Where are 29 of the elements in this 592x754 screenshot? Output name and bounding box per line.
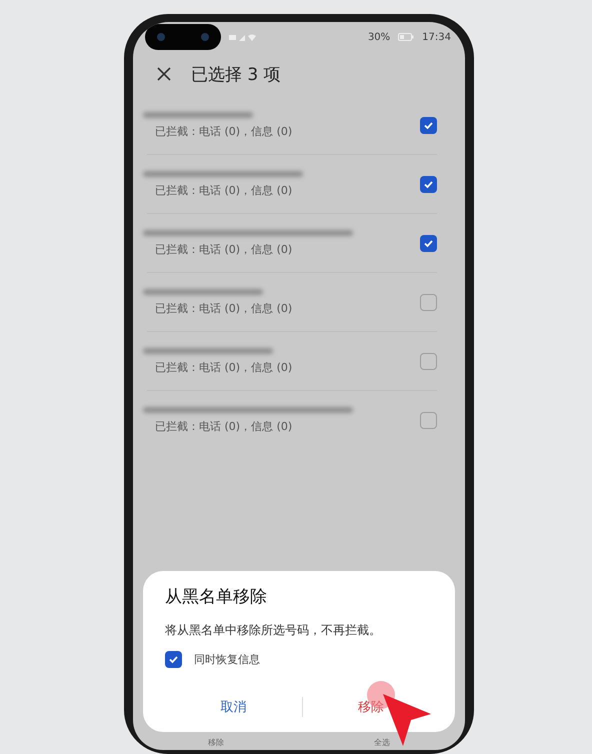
block-count-text: 已拦截：电话 (0)，信息 (0) <box>154 124 294 138</box>
option-checkbox[interactable] <box>165 651 182 668</box>
checkmark-icon <box>423 178 434 190</box>
checkmark-icon <box>168 654 179 665</box>
row-checkbox[interactable] <box>420 234 437 252</box>
selection-title: 已选择 3 项 <box>191 64 281 86</box>
dialog-message: 将从黑名单中移除所选号码，不再拦截。 <box>165 622 382 639</box>
close-icon[interactable] <box>157 67 171 81</box>
clock: 17:34 <box>422 32 451 42</box>
row-checkbox[interactable] <box>420 116 437 134</box>
block-count-text: 已拦截：电话 (0)，信息 (0) <box>154 360 294 374</box>
row-checkbox[interactable] <box>420 294 437 310</box>
row-checkbox[interactable] <box>420 352 437 370</box>
battery-icon <box>398 33 414 41</box>
cancel-button[interactable]: 取消 <box>165 690 302 724</box>
toolbar-label[interactable]: 移除 <box>208 737 224 748</box>
block-count-text: 已拦截：电话 (0)，信息 (0) <box>154 300 294 316</box>
option-label: 同时恢复信息 <box>194 652 260 667</box>
remove-button[interactable]: 移除 <box>302 690 439 724</box>
checkmark-icon <box>423 120 434 130</box>
block-count-text: 已拦截：电话 (0)，信息 (0) <box>154 242 294 256</box>
row-checkbox[interactable] <box>420 176 437 192</box>
block-count-text: 已拦截：电话 (0)，信息 (0) <box>154 418 294 434</box>
toolbar-label[interactable]: 全选 <box>374 737 390 748</box>
battery-percentage: 30% <box>368 32 390 42</box>
checkmark-icon <box>423 238 434 248</box>
block-count-text: 已拦截：电话 (0)，信息 (0) <box>154 182 294 198</box>
dialog-title: 从黑名单移除 <box>165 586 268 608</box>
row-checkbox[interactable] <box>420 412 437 428</box>
